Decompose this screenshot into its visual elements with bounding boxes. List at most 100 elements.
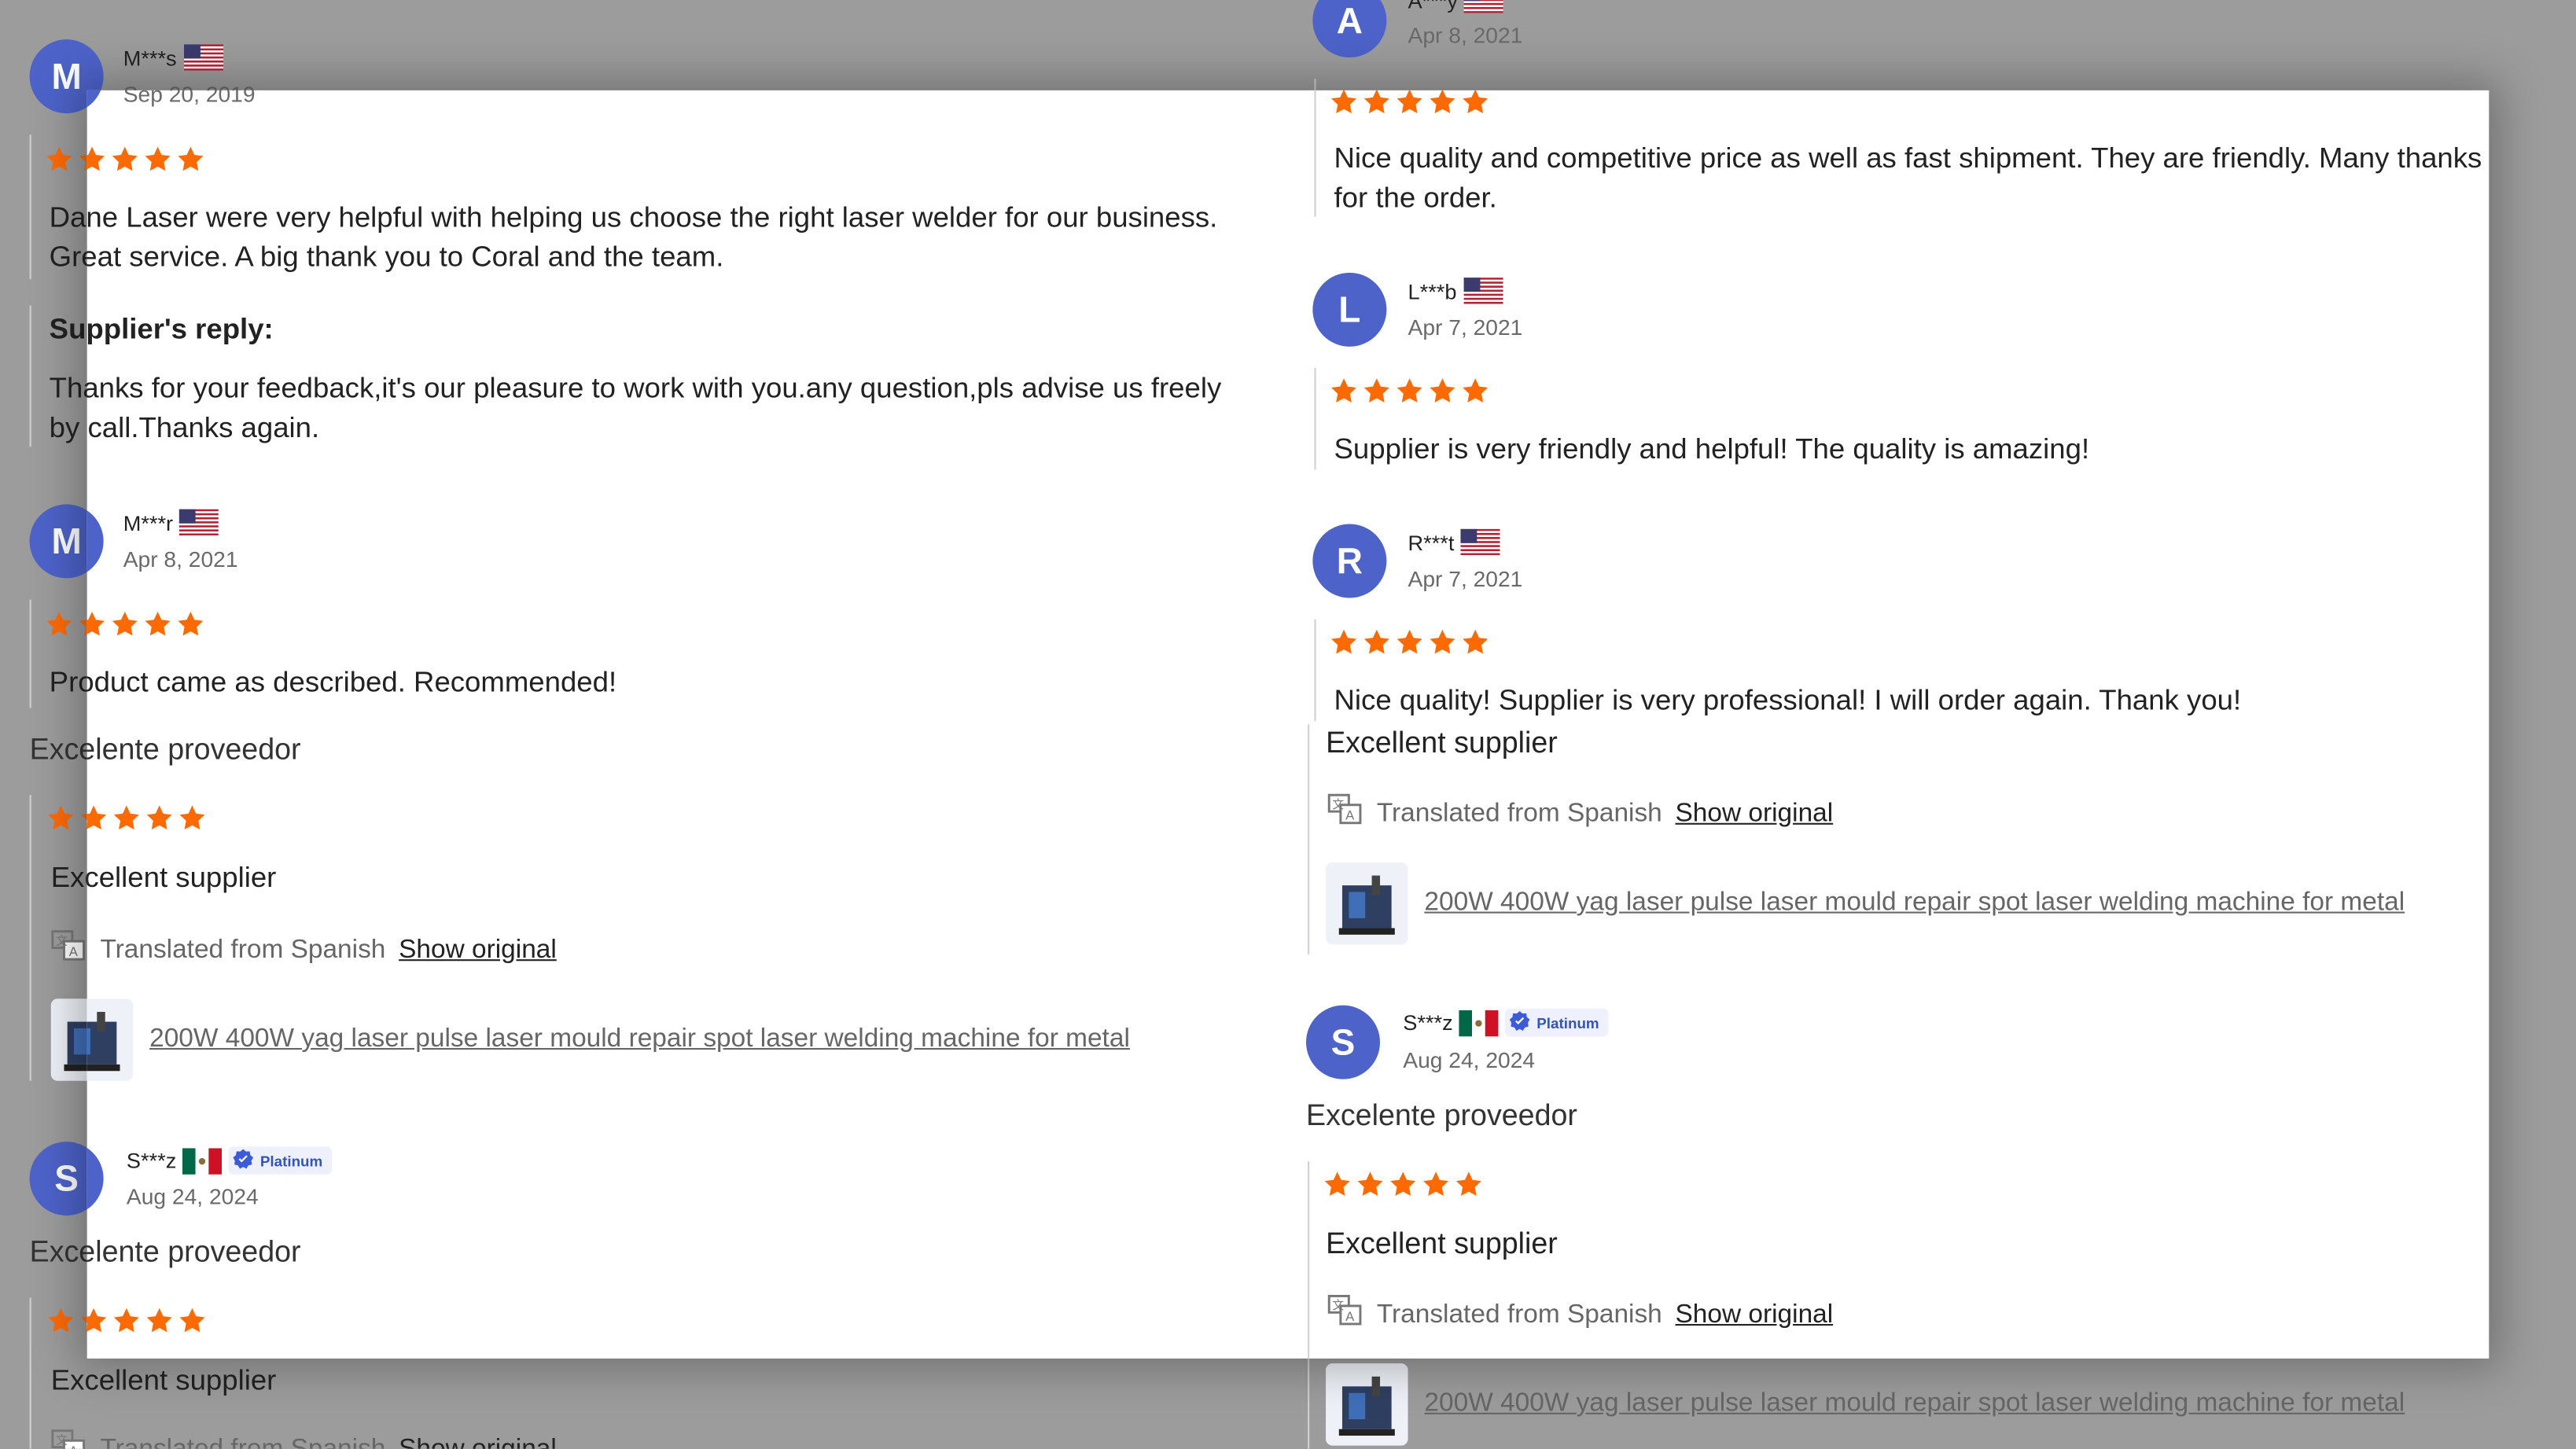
review-text: Nice quality! Supplier is very professio… <box>1334 683 2242 716</box>
platinum-badge: Platinum <box>1505 1008 1610 1037</box>
svg-text:文: 文 <box>56 1433 68 1447</box>
star-icon <box>1455 1171 1481 1196</box>
rating-stars <box>86 145 205 175</box>
reviewer-name: M***r <box>123 509 219 536</box>
review-divider <box>29 134 31 280</box>
star-icon <box>1397 90 1422 114</box>
supplier-reply-title: Supplier's reply: <box>86 311 274 345</box>
star-icon <box>146 805 172 830</box>
avatar: L <box>1312 272 1387 347</box>
translated-label: Translated from Spanish <box>1376 1300 1662 1329</box>
star-icon <box>145 611 171 636</box>
translated-label: Translated from Spanish <box>1376 799 1662 827</box>
rating-stars <box>1329 90 1490 116</box>
product-reference[interactable]: 200W 400W yag laser pulse laser mould re… <box>1326 1363 2405 1446</box>
star-icon <box>1430 378 1455 403</box>
us-flag-icon <box>182 44 223 71</box>
star-icon <box>48 1307 74 1333</box>
product-link[interactable]: 200W 400W yag laser pulse laser mould re… <box>1424 1390 2405 1420</box>
review-date: Apr 8, 2021 <box>123 546 238 572</box>
svg-text:A: A <box>1345 1309 1355 1324</box>
translation-note: A文 Translated from Spanish Show original <box>51 1429 557 1449</box>
star-icon <box>1363 378 1389 403</box>
avatar: M <box>86 90 104 114</box>
star-icon <box>1363 629 1389 654</box>
show-original-link[interactable]: Show original <box>399 936 557 965</box>
reply-divider <box>29 305 31 447</box>
show-original-link[interactable]: Show original <box>399 1435 557 1449</box>
star-icon <box>1463 378 1489 403</box>
star-icon <box>1463 90 1489 114</box>
review-text: Supplier is very friendly and helpful! T… <box>1334 432 2090 465</box>
product-thumbnail[interactable] <box>1326 862 1408 945</box>
star-icon <box>86 146 105 171</box>
translation-note: A文 Translated from Spanish Show original <box>1327 793 1833 834</box>
review-divider <box>1314 368 1316 470</box>
product-reference[interactable]: 200W 400W yag laser pulse laser mould re… <box>86 998 1130 1081</box>
show-original-link[interactable]: Show original <box>1675 1300 1833 1330</box>
star-icon <box>1363 90 1389 114</box>
avatar: S <box>86 1142 104 1216</box>
star-icon <box>1397 378 1422 403</box>
review-text: Nice quality and competitive price as we… <box>1334 141 2482 214</box>
svg-text:文: 文 <box>1332 798 1344 811</box>
verified-check-icon <box>1509 1010 1532 1035</box>
svg-text:文: 文 <box>1332 1299 1344 1312</box>
star-icon <box>1324 1171 1350 1196</box>
star-icon <box>146 1307 172 1333</box>
star-icon <box>1331 378 1357 403</box>
rating-stars <box>1329 627 1490 657</box>
us-flag-icon <box>1464 0 1504 13</box>
avatar: S <box>1305 1005 1381 1079</box>
review-divider <box>29 1297 31 1449</box>
star-icon <box>1331 629 1357 654</box>
rating-stars <box>1323 1170 1484 1200</box>
star-icon <box>179 805 205 830</box>
star-icon <box>112 611 138 636</box>
reviewer-name: S***zPlatinum <box>127 1146 333 1175</box>
avatar: R <box>1312 524 1387 598</box>
review-text: Excellent supplier <box>50 1363 277 1396</box>
product-reference[interactable]: 200W 400W yag laser pulse laser mould re… <box>1326 862 2405 945</box>
translation-note: A文 Translated from Spanish Show original <box>87 930 557 971</box>
product-thumbnail[interactable] <box>1326 1363 1408 1446</box>
product-link[interactable]: 200W 400W yag laser pulse laser mould re… <box>1424 888 2405 918</box>
reviewer-name: M***s <box>123 44 223 71</box>
svg-text:A: A <box>1345 808 1355 823</box>
star-icon <box>178 611 204 636</box>
rating-stars <box>1329 376 1490 406</box>
star-icon <box>86 805 107 830</box>
review-divider <box>1308 724 1310 954</box>
reviewer-name: L***b <box>1408 278 1503 304</box>
star-icon <box>178 146 204 171</box>
star-icon <box>113 805 139 830</box>
star-icon <box>113 1307 139 1333</box>
rating-stars <box>86 609 205 639</box>
product-link[interactable]: 200W 400W yag laser pulse laser mould re… <box>149 1025 1130 1055</box>
star-icon <box>86 611 105 636</box>
rating-stars <box>86 804 208 833</box>
star-icon <box>112 146 138 171</box>
show-original-link[interactable]: Show original <box>1675 799 1833 829</box>
supplier-reply-text: Thanks for your feedback,it's our pleasu… <box>87 371 1222 444</box>
reviewer-name: R***t <box>1408 528 1500 556</box>
star-icon <box>1430 90 1455 114</box>
translation-note: A文 Translated from Spanish Show original <box>1327 1294 1833 1335</box>
review-text: Excellent supplier <box>1326 726 1558 759</box>
star-icon <box>1357 1171 1383 1196</box>
star-icon <box>46 611 72 636</box>
review-divider <box>1314 90 1316 217</box>
translate-icon: A文 <box>1327 793 1363 834</box>
review-text: Excellent supplier <box>1326 1227 1558 1260</box>
original-review-text: Excelente proveedor <box>87 732 301 766</box>
svg-text:文: 文 <box>56 934 68 947</box>
star-icon <box>1331 90 1357 114</box>
translate-icon: A文 <box>1327 1294 1363 1335</box>
us-flag-icon <box>1463 278 1503 304</box>
product-thumbnail[interactable] <box>86 998 134 1081</box>
star-icon <box>48 805 74 830</box>
review-divider <box>29 795 31 1081</box>
review-date: Sep 20, 2019 <box>123 90 256 107</box>
review-divider <box>29 599 31 708</box>
review-date: Aug 24, 2024 <box>1403 1047 1536 1073</box>
